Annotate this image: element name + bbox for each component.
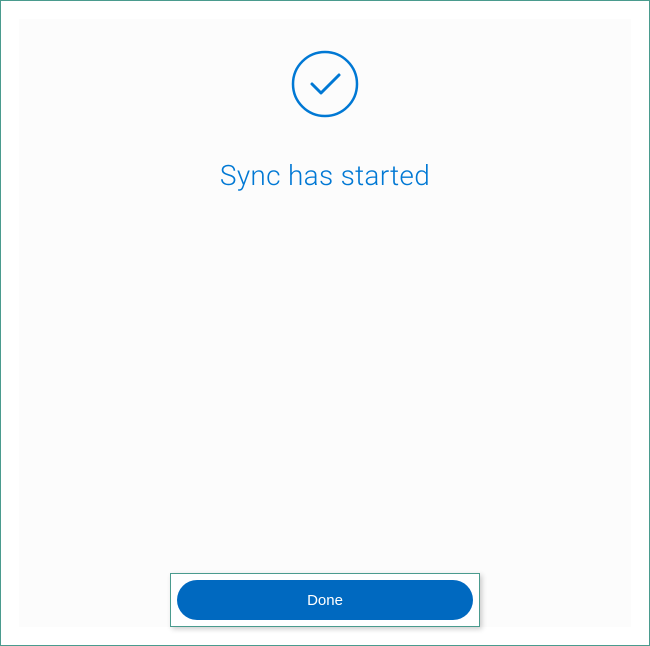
- done-button[interactable]: Done: [177, 580, 473, 620]
- done-button-label: Done: [307, 592, 343, 609]
- done-button-highlight: Done: [170, 573, 480, 627]
- checkmark-circle-icon: [290, 49, 360, 119]
- outer-frame: Sync has started Done: [0, 0, 650, 646]
- status-title: Sync has started: [220, 159, 430, 192]
- phone-screen: Sync has started Done: [19, 19, 631, 627]
